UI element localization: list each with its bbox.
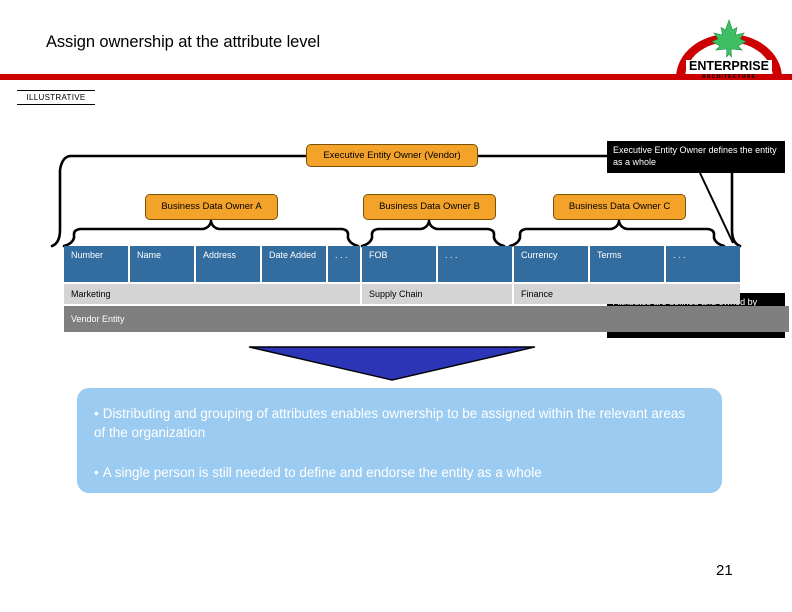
attribute-cell-ellipsis[interactable]: . . . — [438, 246, 512, 282]
attribute-cell[interactable]: Number — [64, 246, 128, 282]
summary-panel: • Distributing and grouping of attributes… — [77, 388, 722, 493]
callout-executive-owner: Executive Entity Owner defines the entit… — [607, 141, 785, 173]
summary-bullet-2: • A single person is still needed to defi… — [94, 463, 700, 482]
attribute-cell[interactable]: Currency — [514, 246, 588, 282]
business-area-row: Marketing Supply Chain Finance — [64, 284, 789, 304]
business-data-owner-a-box[interactable]: Business Data Owner A — [145, 194, 278, 220]
attribute-cell[interactable]: Name — [130, 246, 194, 282]
slide: Assign ownership at the attribute level … — [0, 0, 792, 612]
summary-bullet-2-text: A single person is still needed to defin… — [102, 465, 542, 480]
svg-text:ARCHITECTURE: ARCHITECTURE — [702, 74, 756, 80]
bullet-icon: • — [94, 406, 99, 421]
attribute-row: Number Name Address Date Added . . . FOB… — [64, 246, 789, 282]
executive-entity-owner-box[interactable]: Executive Entity Owner (Vendor) — [306, 144, 478, 167]
business-area-cell[interactable]: Supply Chain — [362, 284, 512, 304]
business-area-cell[interactable]: Finance — [514, 284, 740, 304]
summary-bullet-1-text: Distributing and grouping of attributes … — [94, 406, 686, 440]
bullet-icon: • — [94, 465, 99, 480]
enterprise-architecture-logo: ENTERPRISE ARCHITECTURE — [674, 16, 784, 80]
attribute-cell[interactable]: Address — [196, 246, 260, 282]
svg-text:ENTERPRISE: ENTERPRISE — [689, 59, 769, 73]
page-number: 21 — [716, 562, 733, 579]
business-data-owner-c-box[interactable]: Business Data Owner C — [553, 194, 686, 220]
attribute-cell[interactable]: Terms — [590, 246, 664, 282]
attribute-cell[interactable]: FOB — [362, 246, 436, 282]
vendor-entity-band[interactable]: Vendor Entity — [64, 306, 789, 332]
page-title: Assign ownership at the attribute level — [46, 33, 321, 51]
illustrative-tag: ILLUSTRATIVE — [17, 90, 95, 105]
attribute-cell-ellipsis[interactable]: . . . — [666, 246, 740, 282]
business-area-cell[interactable]: Marketing — [64, 284, 360, 304]
summary-bullet-1: • Distributing and grouping of attributes… — [94, 404, 700, 442]
attribute-cell-ellipsis[interactable]: . . . — [328, 246, 360, 282]
business-data-owner-b-box[interactable]: Business Data Owner B — [363, 194, 496, 220]
attribute-cell[interactable]: Date Added — [262, 246, 326, 282]
